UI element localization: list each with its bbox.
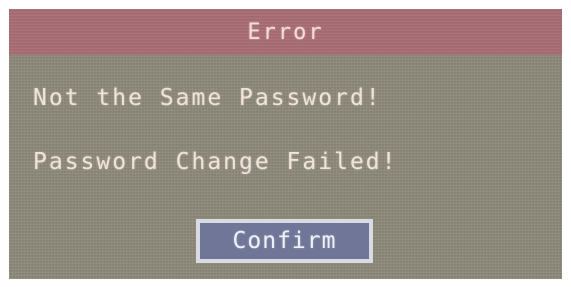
error-dialog: Error Not the Same Password! Password Ch… xyxy=(9,9,562,279)
error-message-change-failed: Password Change Failed! xyxy=(33,149,398,175)
confirm-button-label: Confirm xyxy=(232,228,337,254)
error-message-mismatch: Not the Same Password! xyxy=(33,85,382,111)
dialog-title: Error xyxy=(247,19,324,45)
dialog-title-bar: Error xyxy=(9,9,562,55)
confirm-button[interactable]: Confirm xyxy=(196,219,373,263)
screen: Error Not the Same Password! Password Ch… xyxy=(0,0,571,287)
